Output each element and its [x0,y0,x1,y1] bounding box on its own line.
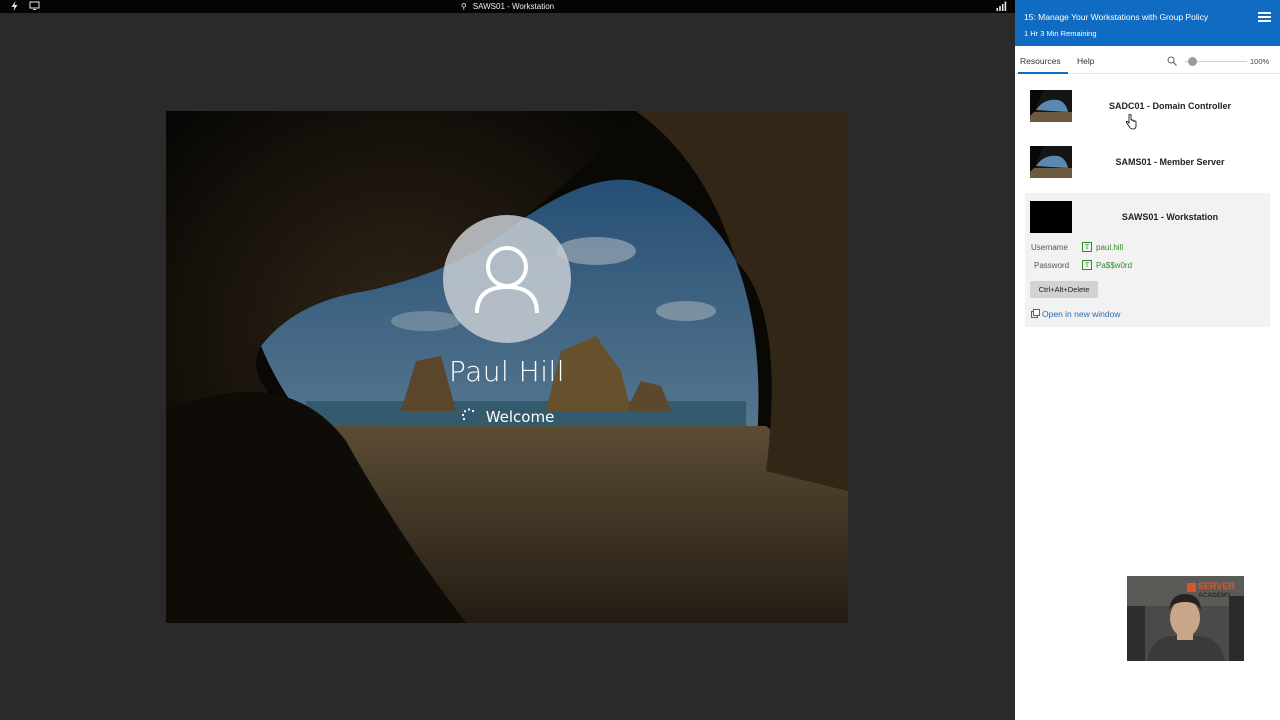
type-text-icon[interactable]: T [1082,260,1092,270]
lab-title: 15: Manage Your Workstations with Group … [1024,12,1209,22]
open-in-new-window-link[interactable]: Open in new window [1042,309,1120,319]
username-label: Username [1031,243,1068,252]
password-label: Password [1034,261,1070,270]
black-screen-thumbnail[interactable] [1030,201,1072,233]
welcome-text: Welcome [485,408,555,426]
windows-desktop-thumbnail[interactable] [1030,90,1072,122]
user-silhouette-icon [475,246,539,314]
pin-icon[interactable]: ⚲ [461,2,467,11]
presenter-webcam: SERVER ACADEMY [1127,576,1244,661]
zoom-slider-handle[interactable] [1188,57,1197,66]
resource-name[interactable]: SADC01 - Domain Controller [1085,101,1255,111]
username-value[interactable]: paul.hill [1096,243,1123,252]
tab-resources[interactable]: Resources [1020,56,1061,66]
windows-desktop-thumbnail[interactable] [1030,146,1072,178]
tab-help[interactable]: Help [1077,56,1094,66]
vm-viewer[interactable]: ⚲ SAWS01 - Workstation Paul Hill Welcome [0,0,1015,720]
type-text-icon[interactable]: T [1082,242,1092,252]
resource-sams01[interactable]: SAMS01 - Member Server [1030,146,1270,180]
lock-screen-user-name: Paul Hill [448,355,566,388]
panel-tabs: Resources Help 100% [1015,46,1280,74]
logo-server-text: SERVER [1198,581,1235,591]
external-window-icon[interactable] [1031,309,1040,318]
panel-header: 15: Manage Your Workstations with Group … [1015,0,1280,46]
active-tab-indicator [1018,72,1068,74]
zoom-level: 100% [1250,57,1270,66]
search-icon[interactable] [1167,56,1177,66]
logo-academy-text: ACADEMY [1198,592,1232,599]
user-avatar [443,215,571,343]
webcam-video: SERVER ACADEMY [1127,576,1244,661]
resource-sadc01[interactable]: SADC01 - Domain Controller [1030,90,1270,124]
vm-lock-screen[interactable]: Paul Hill Welcome [166,111,848,623]
resource-name[interactable]: SAMS01 - Member Server [1085,157,1255,167]
resource-saws01[interactable]: SAWS01 - Workstation [1030,201,1270,235]
signal-bars-icon [996,1,1007,11]
vm-title: ⚲ SAWS01 - Workstation [0,2,1015,11]
viewer-topbar: ⚲ SAWS01 - Workstation [0,0,1015,13]
hand-cursor-icon [1125,114,1137,130]
welcome-status: Welcome [166,408,848,426]
time-remaining: 1 Hr 3 Min Remaining [1024,29,1097,38]
vm-title-text: SAWS01 - Workstation [472,2,555,11]
resource-name[interactable]: SAWS01 - Workstation [1085,212,1255,222]
password-value[interactable]: Pa$$w0rd [1096,261,1132,270]
ctrl-alt-delete-button[interactable]: Ctrl+Alt+Delete [1030,281,1098,298]
hamburger-menu-icon[interactable] [1258,12,1271,22]
